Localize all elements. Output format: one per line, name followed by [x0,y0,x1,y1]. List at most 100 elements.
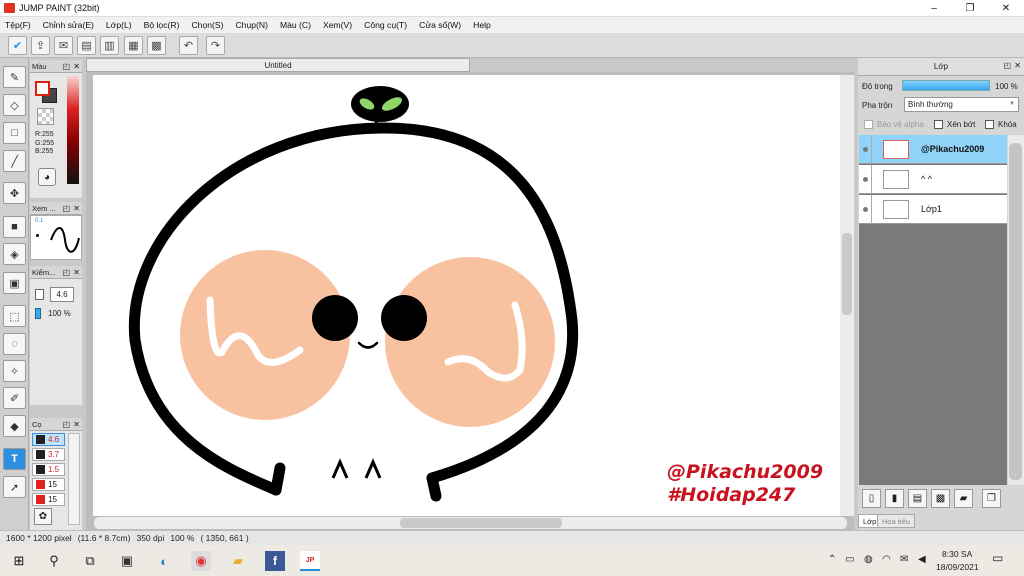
panel-close-icon[interactable]: ✕ [73,204,80,213]
close-button[interactable]: ✕ [988,0,1024,17]
notification-icon[interactable]: ▭ [992,551,1003,565]
brush-size-item[interactable]: 1.5 [32,463,65,476]
undo-icon[interactable]: ↶ [179,36,198,55]
brush-size-item[interactable]: 3.7 [32,448,65,461]
menu-view[interactable]: Xem(V) [323,20,352,30]
duplicate-layer-icon[interactable]: ❐ [982,489,1001,508]
layer-list-scroll-thumb[interactable] [1009,143,1022,480]
visibility-icon[interactable] [859,164,872,194]
volume-icon[interactable]: ◀ [918,554,926,565]
layer-opacity-slider[interactable] [902,80,990,91]
clip-checkbox[interactable] [934,120,943,129]
panel-pin-icon[interactable]: ◰ [62,204,70,213]
line-tool-icon[interactable]: ╱ [3,150,26,172]
store-icon[interactable]: ▣ [117,551,137,571]
horizontal-scroll-thumb[interactable] [400,518,562,528]
size-input[interactable]: 4.6 [50,287,74,302]
file-explorer-icon[interactable]: ▰ [228,551,248,571]
lock-checkbox[interactable] [985,120,994,129]
chevron-up-icon[interactable]: ⌃ [828,554,836,565]
layer-row[interactable]: Lớp1 [859,194,1007,224]
message-icon[interactable]: ▤ [77,36,96,55]
panel-pin-icon[interactable]: ◰ [62,62,70,71]
wifi-icon[interactable]: ◠ [882,554,891,565]
blend-mode-select[interactable]: Bình thường ▼ [904,97,1019,112]
menu-layer[interactable]: Lớp(L) [106,20,132,30]
maximize-button[interactable]: ❐ [952,0,988,17]
new-layer-icon[interactable]: ▯ [862,489,881,508]
lasso-tool-icon[interactable]: ◌ [3,333,26,355]
battery-icon[interactable]: ▭ [845,554,854,565]
menu-filter[interactable]: Bộ lọc(R) [144,20,180,30]
minimize-button[interactable]: – [916,0,952,17]
redo-icon[interactable]: ↷ [206,36,225,55]
comment-icon[interactable]: ✉ [54,36,73,55]
edge-icon[interactable]: ◐ [154,551,174,571]
export-icon[interactable]: ⇪ [31,36,50,55]
cloud-icon[interactable]: ✔ [8,36,27,55]
pen-tool-icon[interactable]: ✎ [3,66,26,88]
visibility-icon[interactable] [859,134,872,164]
power-icon[interactable]: ◍ [864,554,873,565]
transparent-color-swatch[interactable] [37,108,54,125]
fill-rect-tool-icon[interactable]: ■ [3,216,26,238]
menu-tools[interactable]: Công cụ(T) [364,20,407,30]
task-view-icon[interactable]: ⧉ [80,551,100,571]
menu-capture[interactable]: Chụp(N) [235,20,267,30]
grid-icon[interactable]: ▩ [147,36,166,55]
menu-file[interactable]: Tệp(F) [5,20,31,30]
magic-wand-tool-icon[interactable]: ✧ [3,360,26,382]
page-icon[interactable]: ▥ [100,36,119,55]
panel-close-icon[interactable]: ✕ [73,62,80,71]
start-icon[interactable]: ⊞ [9,551,29,571]
menu-color[interactable]: Màu (C) [280,20,311,30]
text-tool-icon[interactable]: T [3,448,26,470]
new-halftone-layer-icon[interactable]: ▩ [931,489,950,508]
bucket-tool-icon[interactable]: ◈ [3,243,26,265]
panel-pin-icon[interactable]: ◰ [62,420,70,429]
new-folder-layer-icon[interactable]: ▮ [885,489,904,508]
menu-select[interactable]: Chọn(S) [191,20,223,30]
palette-icon[interactable]: ◕ [38,168,56,186]
protect-alpha-checkbox[interactable] [864,120,873,129]
foreground-color-swatch[interactable] [35,81,50,96]
brush-settings-icon[interactable]: ✿ [34,508,52,525]
panel-pin-icon[interactable]: ◰ [1003,61,1011,70]
menu-window[interactable]: Cửa sổ(W) [419,20,461,30]
operation-tool-icon[interactable]: ➚ [3,476,26,498]
drawing-canvas[interactable]: @Pikachu2009 #Hoidap247 [93,75,840,516]
select-rect-tool-icon[interactable]: ⬚ [3,305,26,327]
visibility-icon[interactable] [859,194,872,224]
select-eraser-tool-icon[interactable]: ◆ [3,415,26,437]
chrome-icon[interactable]: ◉ [191,551,211,571]
panel-close-icon[interactable]: ✕ [73,268,80,277]
language-icon[interactable]: ✉ [900,554,908,565]
select-pen-tool-icon[interactable]: ✐ [3,387,26,409]
brush-size-item[interactable]: 15 [32,493,65,506]
color-gradient-slider[interactable] [67,76,79,184]
layout-icon[interactable]: ▦ [124,36,143,55]
panel-close-icon[interactable]: ✕ [73,420,80,429]
clock-time[interactable]: 8:30 SA [942,549,972,559]
document-tab[interactable]: Untitled [86,58,470,72]
brush-size-item[interactable]: 15 [32,478,65,491]
brush-size-item[interactable]: 4.6 [32,433,65,446]
clock-date[interactable]: 18/09/2021 [936,562,979,572]
eraser-tool-icon[interactable]: ◇ [3,94,26,116]
panel-pin-icon[interactable]: ◰ [62,268,70,277]
rect-tool-icon[interactable]: □ [3,122,26,144]
gradient-tool-icon[interactable]: ▣ [3,272,26,294]
search-icon[interactable]: ⚲ [44,551,64,571]
brush-size-scrollbar[interactable] [68,433,80,525]
facebook-icon[interactable]: f [265,551,285,571]
layer-row[interactable]: @Pikachu2009 [859,134,1007,164]
tab-navigator[interactable]: Hoa tiêu [877,514,915,528]
layer-row[interactable]: ^ ^ [859,164,1007,194]
vertical-scroll-thumb[interactable] [842,233,852,315]
move-tool-icon[interactable]: ✥ [3,182,26,204]
jump-paint-taskbar-icon[interactable]: JP [300,551,320,571]
panel-close-icon[interactable]: ✕ [1014,61,1021,70]
new-layer-8bit-icon[interactable]: ▤ [908,489,927,508]
menu-help[interactable]: Help [473,20,491,30]
menu-edit[interactable]: Chỉnh sửa(E) [43,20,94,30]
